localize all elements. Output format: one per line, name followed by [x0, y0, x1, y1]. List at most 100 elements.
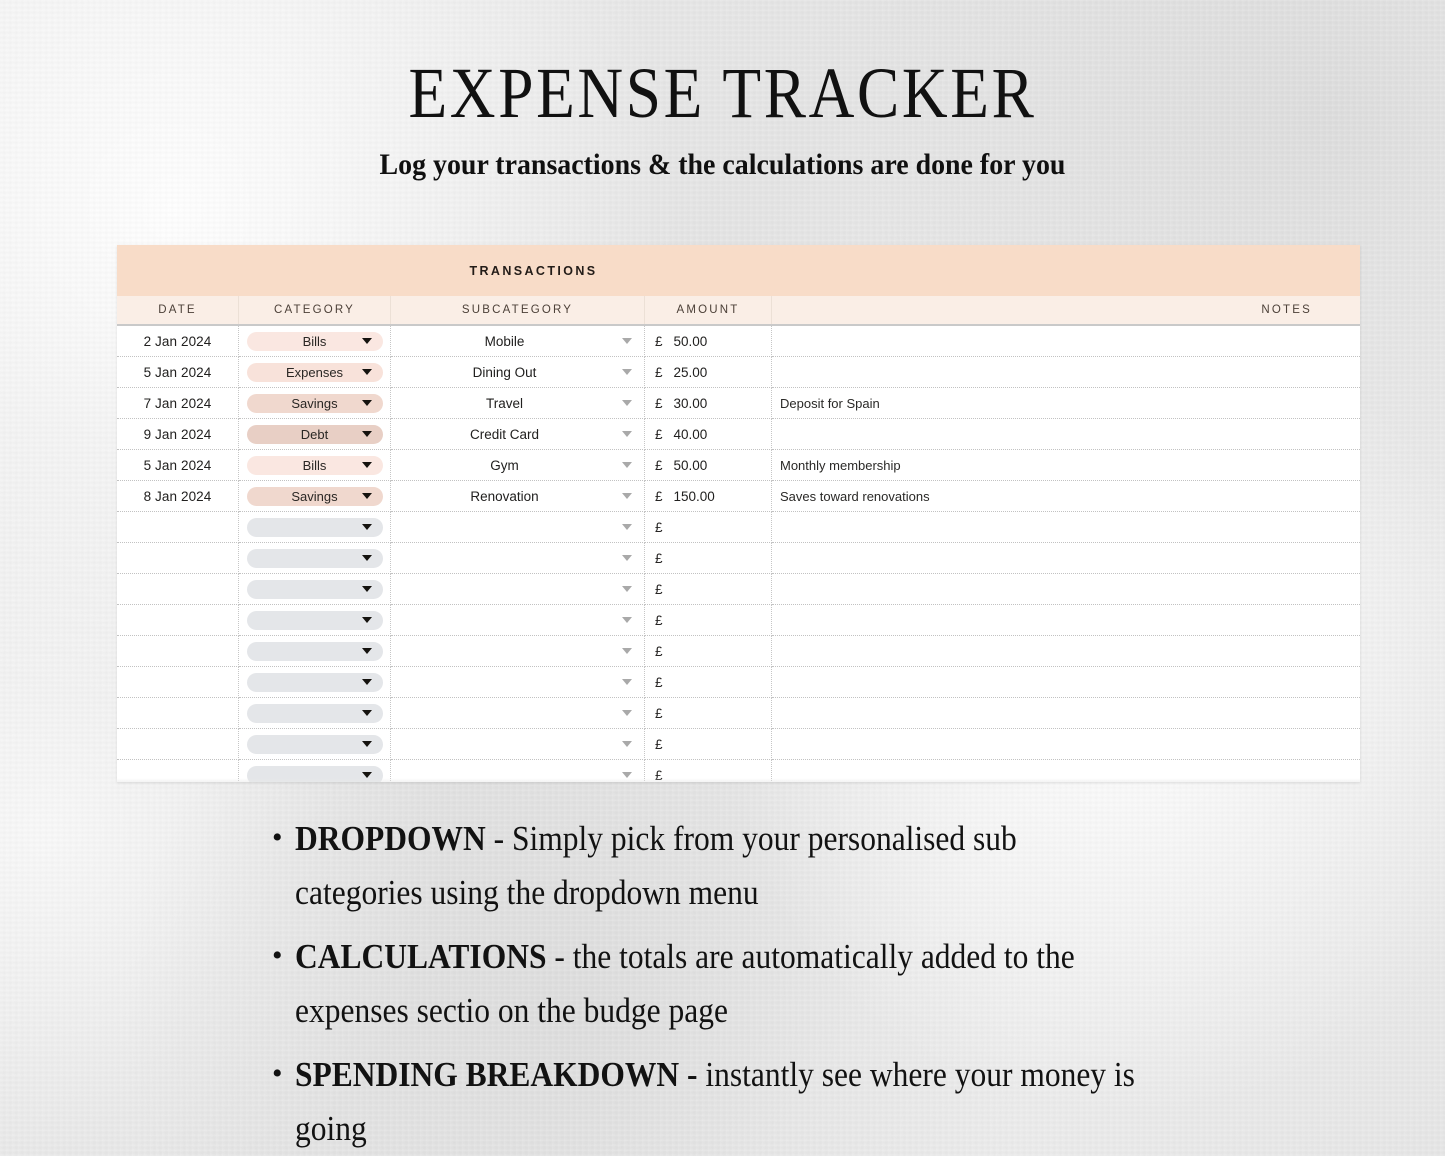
- cell-notes[interactable]: Saves toward renovations: [772, 481, 1360, 512]
- cell-notes[interactable]: [772, 667, 1360, 698]
- cell-date[interactable]: [117, 574, 239, 605]
- cell-subcategory[interactable]: [391, 760, 645, 782]
- cell-amount[interactable]: £: [645, 667, 772, 698]
- chevron-down-icon[interactable]: [361, 772, 372, 778]
- category-dropdown[interactable]: [246, 610, 383, 630]
- cell-amount[interactable]: £: [645, 543, 772, 574]
- chevron-down-icon[interactable]: [361, 710, 372, 716]
- cell-notes[interactable]: [772, 543, 1360, 574]
- cell-category[interactable]: [239, 543, 391, 574]
- cell-amount[interactable]: £30.00: [645, 388, 772, 419]
- cell-category[interactable]: [239, 605, 391, 636]
- cell-category[interactable]: [239, 698, 391, 729]
- cell-notes[interactable]: [772, 574, 1360, 605]
- chevron-down-icon[interactable]: [622, 710, 632, 716]
- category-dropdown[interactable]: Savings: [246, 486, 383, 506]
- category-dropdown[interactable]: [246, 641, 383, 661]
- cell-amount[interactable]: £40.00: [645, 419, 772, 450]
- cell-notes[interactable]: [772, 760, 1360, 782]
- chevron-down-icon[interactable]: [622, 555, 632, 561]
- cell-date[interactable]: [117, 667, 239, 698]
- category-dropdown[interactable]: Debt: [246, 424, 383, 444]
- cell-subcategory[interactable]: [391, 574, 645, 605]
- category-dropdown[interactable]: [246, 517, 383, 537]
- cell-notes[interactable]: [772, 698, 1360, 729]
- cell-category[interactable]: Bills: [239, 450, 391, 481]
- column-header-subcategory[interactable]: SUBCATEGORY: [391, 296, 645, 324]
- cell-date[interactable]: [117, 543, 239, 574]
- chevron-down-icon[interactable]: [361, 741, 372, 747]
- cell-subcategory[interactable]: Gym: [391, 450, 645, 481]
- cell-category[interactable]: [239, 667, 391, 698]
- cell-subcategory[interactable]: [391, 729, 645, 760]
- cell-date[interactable]: 7 Jan 2024: [117, 388, 239, 419]
- cell-amount[interactable]: £50.00: [645, 326, 772, 357]
- cell-date[interactable]: [117, 512, 239, 543]
- cell-category[interactable]: Debt: [239, 419, 391, 450]
- cell-notes[interactable]: [772, 357, 1360, 388]
- column-header-amount[interactable]: AMOUNT: [645, 296, 772, 324]
- cell-subcategory[interactable]: [391, 636, 645, 667]
- category-dropdown[interactable]: [246, 734, 383, 754]
- chevron-down-icon[interactable]: [361, 586, 372, 592]
- cell-category[interactable]: [239, 760, 391, 782]
- cell-notes[interactable]: Deposit for Spain: [772, 388, 1360, 419]
- chevron-down-icon[interactable]: [622, 493, 632, 499]
- cell-date[interactable]: 5 Jan 2024: [117, 450, 239, 481]
- cell-amount[interactable]: £: [645, 636, 772, 667]
- cell-category[interactable]: Expenses: [239, 357, 391, 388]
- cell-date[interactable]: 2 Jan 2024: [117, 326, 239, 357]
- chevron-down-icon[interactable]: [361, 617, 372, 623]
- chevron-down-icon[interactable]: [361, 400, 372, 406]
- cell-date[interactable]: [117, 729, 239, 760]
- cell-date[interactable]: [117, 605, 239, 636]
- chevron-down-icon[interactable]: [622, 648, 632, 654]
- chevron-down-icon[interactable]: [361, 648, 372, 654]
- column-header-category[interactable]: CATEGORY: [239, 296, 391, 324]
- category-dropdown[interactable]: Bills: [246, 331, 383, 351]
- cell-subcategory[interactable]: Credit Card: [391, 419, 645, 450]
- cell-notes[interactable]: [772, 512, 1360, 543]
- cell-subcategory[interactable]: Travel: [391, 388, 645, 419]
- cell-category[interactable]: [239, 729, 391, 760]
- chevron-down-icon[interactable]: [361, 493, 372, 499]
- chevron-down-icon[interactable]: [361, 369, 372, 375]
- cell-category[interactable]: [239, 636, 391, 667]
- chevron-down-icon[interactable]: [361, 462, 372, 468]
- cell-notes[interactable]: [772, 326, 1360, 357]
- cell-subcategory[interactable]: [391, 698, 645, 729]
- cell-amount[interactable]: £150.00: [645, 481, 772, 512]
- cell-subcategory[interactable]: [391, 667, 645, 698]
- chevron-down-icon[interactable]: [622, 586, 632, 592]
- category-dropdown[interactable]: [246, 672, 383, 692]
- cell-category[interactable]: Savings: [239, 481, 391, 512]
- cell-date[interactable]: 8 Jan 2024: [117, 481, 239, 512]
- cell-amount[interactable]: £: [645, 605, 772, 636]
- cell-date[interactable]: 5 Jan 2024: [117, 357, 239, 388]
- chevron-down-icon[interactable]: [361, 338, 372, 344]
- chevron-down-icon[interactable]: [361, 555, 372, 561]
- category-dropdown[interactable]: Expenses: [246, 362, 383, 382]
- cell-subcategory[interactable]: Dining Out: [391, 357, 645, 388]
- cell-amount[interactable]: £: [645, 574, 772, 605]
- cell-date[interactable]: [117, 760, 239, 782]
- chevron-down-icon[interactable]: [622, 400, 632, 406]
- cell-category[interactable]: Savings: [239, 388, 391, 419]
- cell-notes[interactable]: [772, 419, 1360, 450]
- chevron-down-icon[interactable]: [622, 679, 632, 685]
- category-dropdown[interactable]: Savings: [246, 393, 383, 413]
- cell-subcategory[interactable]: [391, 543, 645, 574]
- category-dropdown[interactable]: [246, 548, 383, 568]
- cell-category[interactable]: [239, 574, 391, 605]
- cell-amount[interactable]: £: [645, 760, 772, 782]
- chevron-down-icon[interactable]: [622, 741, 632, 747]
- cell-subcategory[interactable]: [391, 605, 645, 636]
- chevron-down-icon[interactable]: [622, 772, 632, 778]
- cell-notes[interactable]: [772, 729, 1360, 760]
- cell-amount[interactable]: £25.00: [645, 357, 772, 388]
- cell-subcategory[interactable]: Renovation: [391, 481, 645, 512]
- chevron-down-icon[interactable]: [361, 431, 372, 437]
- chevron-down-icon[interactable]: [361, 679, 372, 685]
- chevron-down-icon[interactable]: [622, 431, 632, 437]
- cell-date[interactable]: 9 Jan 2024: [117, 419, 239, 450]
